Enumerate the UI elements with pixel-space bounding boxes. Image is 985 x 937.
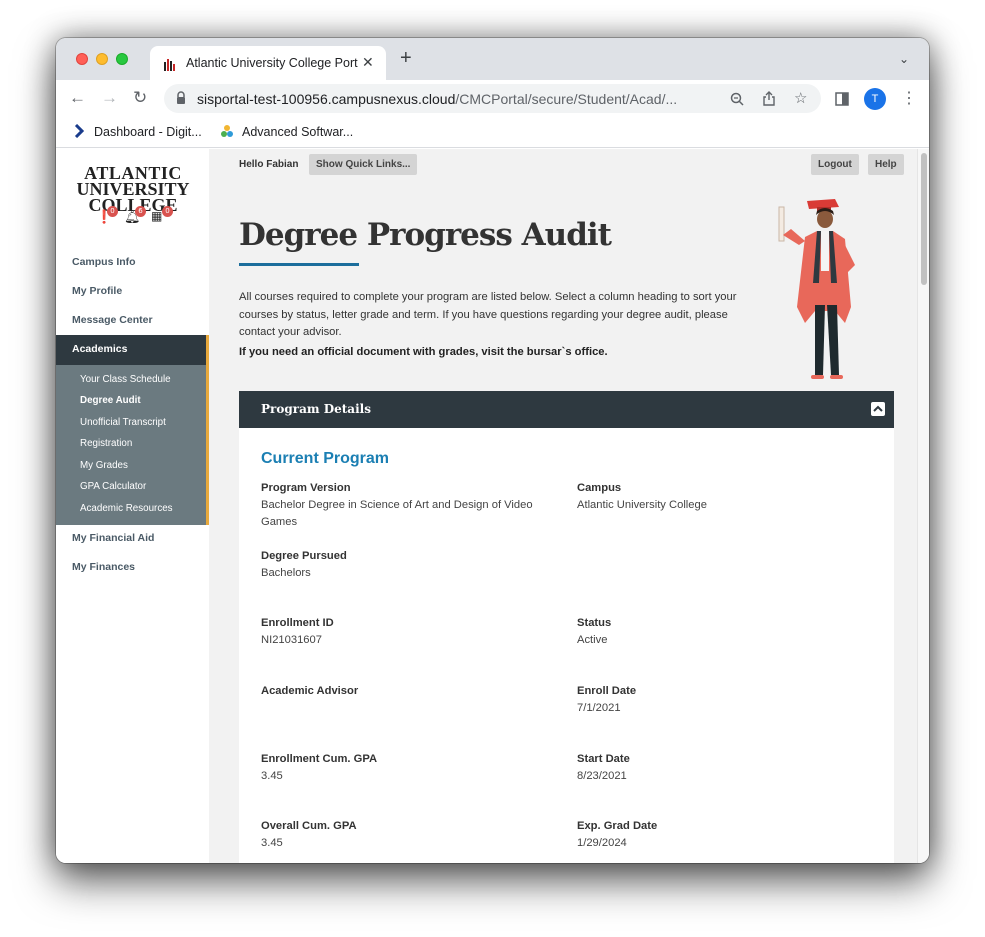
exp-grad-date-value: 1/29/2024 (577, 837, 627, 849)
alert-count-badge: 0 (107, 206, 118, 217)
page-title: Degree Progress Audit (239, 217, 612, 253)
browser-menu-icon[interactable]: ⋮ (901, 88, 917, 108)
sidebar-item-academics[interactable]: Academics (56, 335, 209, 365)
enrollment-id-label: Enrollment ID (261, 617, 334, 629)
side-panel-icon[interactable] (835, 92, 849, 106)
panel-title: Program Details (261, 402, 371, 416)
bookmark-dashboard[interactable]: Dashboard - Digit... (72, 124, 202, 139)
url-host: sisportal-test-100956.campusnexus.cloud (197, 91, 456, 107)
chevron-right-icon (74, 124, 85, 138)
quick-links-button[interactable]: Show Quick Links... (309, 154, 418, 175)
new-tab-icon[interactable]: + (400, 48, 412, 68)
tab-search-chevron-icon[interactable]: ⌄ (899, 52, 909, 66)
page-content: ATLANTIC UNIVERSITY COLLEGE ❗ 0 🔔︎ 6 ▦ 0… (56, 149, 929, 863)
url-path: /CMCPortal/secure/Student/Acad/... (455, 91, 678, 107)
enrollment-id-value: NI21031607 (261, 634, 322, 646)
degree-pursued-label: Degree Pursued (261, 550, 347, 562)
program-details-body: Current Program Program Version Bachelor… (239, 428, 894, 863)
sidebar-item-my-profile[interactable]: My Profile (56, 277, 209, 306)
reload-icon[interactable]: ↻ (133, 88, 147, 108)
browser-toolbar: ← → ↻ sisportal-test-100956.campusnexus.… (56, 80, 929, 116)
browser-tab[interactable]: Atlantic University College Port ✕ (150, 46, 386, 80)
overall-gpa-label: Overall Cum. GPA (261, 820, 357, 832)
campus-label: Campus (577, 482, 622, 494)
calendar-count-badge: 0 (162, 206, 173, 217)
sidebar-item-campus-info[interactable]: Campus Info (56, 248, 209, 277)
intro-text: All courses required to complete your pr… (239, 291, 737, 338)
forward-arrow-icon[interactable]: → (101, 88, 118, 108)
browser-window: Atlantic University College Port ✕ + ⌄ ←… (56, 38, 929, 863)
title-underline (239, 263, 359, 266)
profile-avatar[interactable]: T (864, 88, 886, 110)
lock-icon (177, 91, 185, 104)
graduate-illustration-icon (778, 199, 855, 379)
url-text: sisportal-test-100956.campusnexus.cloud/… (197, 91, 717, 107)
tab-bar: Atlantic University College Port ✕ + ⌄ (56, 38, 929, 80)
logout-button[interactable]: Logout (811, 154, 859, 175)
subnav-registration[interactable]: Registration (80, 438, 132, 449)
scrollbar-thumb[interactable] (921, 153, 927, 285)
site-favicon-icon (163, 57, 177, 71)
bookmark-star-icon[interactable]: ☆ (794, 89, 807, 107)
maximize-window-button[interactable] (116, 53, 128, 65)
minimize-window-button[interactable] (96, 53, 108, 65)
overall-gpa-value: 3.45 (261, 837, 283, 849)
program-version-value: Bachelor Degree in Science of Art and De… (261, 499, 533, 528)
status-value: Active (577, 634, 608, 646)
zoom-out-icon[interactable] (730, 92, 744, 106)
notification-badges: ❗ 0 🔔︎ 6 ▦ 0 (96, 206, 176, 227)
university-logo[interactable]: ATLANTIC UNIVERSITY COLLEGE (74, 164, 192, 214)
calendar-icon[interactable]: ▦ (151, 209, 162, 223)
tab-title: Atlantic University College Port (186, 56, 358, 70)
sidebar-item-my-finances[interactable]: My Finances (56, 553, 209, 582)
subnav-academic-resources[interactable]: Academic Resources (80, 503, 173, 514)
program-details-header[interactable]: Program Details (239, 391, 894, 428)
sidebar: ATLANTIC UNIVERSITY COLLEGE ❗ 0 🔔︎ 6 ▦ 0… (56, 149, 209, 863)
start-date-value: 8/23/2021 (577, 770, 627, 782)
academic-advisor-label: Academic Advisor (261, 685, 359, 697)
subnav-degree-audit[interactable]: Degree Audit (80, 395, 141, 406)
greeting-text: Hello Fabian (239, 159, 299, 170)
bookmark-label: Advanced Softwar... (242, 125, 354, 139)
subnav-gpa-calculator[interactable]: GPA Calculator (80, 481, 146, 492)
bursar-note: If you need an official document with gr… (239, 346, 608, 358)
subnav-my-grades[interactable]: My Grades (80, 460, 128, 471)
share-icon[interactable] (762, 91, 776, 106)
collapse-chevron-up-icon[interactable] (871, 402, 885, 416)
sidebar-item-message-center[interactable]: Message Center (56, 306, 209, 335)
bell-count-badge: 6 (135, 206, 146, 217)
bookmark-label: Dashboard - Digit... (94, 125, 202, 139)
current-program-heading: Current Program (261, 450, 390, 467)
program-version-label: Program Version (261, 482, 351, 494)
campus-value: Atlantic University College (577, 499, 707, 511)
help-button[interactable]: Help (868, 154, 904, 175)
exp-grad-date-label: Exp. Grad Date (577, 820, 658, 832)
start-date-label: Start Date (577, 753, 630, 765)
main-content: Hello Fabian Show Quick Links... Logout … (209, 149, 917, 863)
tab-close-icon[interactable]: ✕ (362, 54, 374, 71)
bookmark-advanced-software[interactable]: Advanced Softwar... (220, 124, 353, 139)
enrollment-gpa-label: Enrollment Cum. GPA (261, 753, 378, 765)
academics-subnav: Your Class Schedule Degree Audit Unoffic… (56, 365, 209, 525)
status-label: Status (577, 617, 612, 629)
subnav-class-schedule[interactable]: Your Class Schedule (80, 374, 171, 385)
degree-pursued-value: Bachelors (261, 567, 311, 579)
address-bar[interactable]: sisportal-test-100956.campusnexus.cloud/… (164, 84, 821, 113)
close-window-button[interactable] (76, 53, 88, 65)
sidebar-item-financial-aid[interactable]: My Financial Aid (56, 524, 209, 553)
bookmarks-bar: Dashboard - Digit... Advanced Softwar... (56, 116, 929, 148)
enroll-date-label: Enroll Date (577, 685, 637, 697)
enroll-date-value: 7/1/2021 (577, 702, 621, 714)
page-scrollbar[interactable] (917, 149, 929, 863)
bookmark-dots-icon (221, 125, 233, 137)
back-arrow-icon[interactable]: ← (69, 88, 86, 108)
subnav-unofficial-transcript[interactable]: Unofficial Transcript (80, 417, 166, 428)
enrollment-gpa-value: 3.45 (261, 770, 283, 782)
